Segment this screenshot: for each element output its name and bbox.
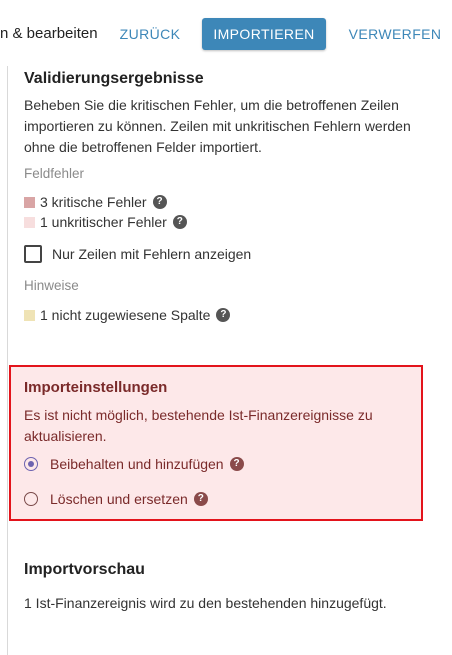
radio-delete-and-replace[interactable]: Löschen und ersetzen ? [24, 491, 208, 507]
radio-unselected-icon[interactable] [24, 492, 38, 506]
back-button[interactable]: ZURÜCK [108, 18, 192, 50]
help-icon[interactable]: ? [193, 492, 208, 506]
hints-label: Hinweise [24, 278, 79, 293]
noncritical-errors-label: 1 unkritischer Fehler [40, 214, 167, 230]
discard-button[interactable]: VERWERFEN [340, 18, 450, 50]
option-keep-label: Beibehalten und hinzufügen [50, 456, 224, 472]
help-icon[interactable]: ? [172, 215, 187, 229]
only-errors-toggle[interactable]: Nur Zeilen mit Fehlern anzeigen [24, 245, 251, 263]
settings-description: Es ist nicht möglich, bestehende Ist-Fin… [24, 407, 373, 444]
unassigned-label: 1 nicht zugewiesene Spalte [40, 307, 211, 323]
radio-keep-and-add[interactable]: Beibehalten und hinzufügen ? [24, 456, 244, 472]
validation-description: Beheben Sie die kritischen Fehler, um di… [24, 97, 411, 155]
preview-title: Importvorschau [24, 561, 145, 578]
validation-title: Validierungsergebnisse [24, 70, 204, 87]
critical-errors-label: 3 kritische Fehler [40, 194, 147, 210]
noncritical-swatch [24, 216, 35, 228]
radio-selected-icon[interactable] [24, 457, 38, 471]
checkbox-icon[interactable] [24, 245, 42, 263]
page-title: n & bearbeiten [0, 25, 98, 42]
unassigned-swatch [24, 309, 35, 321]
critical-errors-legend[interactable]: 3 kritische Fehler ? [24, 192, 167, 212]
help-icon[interactable]: ? [229, 457, 244, 471]
option-replace-label: Löschen und ersetzen [50, 491, 188, 507]
settings-title: Importeinstellungen [24, 379, 168, 396]
noncritical-errors-legend[interactable]: 1 unkritischer Fehler ? [24, 212, 187, 232]
import-settings-panel: Importeinstellungen Es ist nicht möglich… [9, 365, 423, 521]
help-icon[interactable]: ? [152, 195, 167, 209]
import-button[interactable]: IMPORTIEREN [202, 18, 326, 50]
left-divider [7, 66, 8, 655]
preview-text: 1 Ist-Finanzereignis wird zu den bestehe… [24, 595, 387, 611]
unassigned-column-legend[interactable]: 1 nicht zugewiesene Spalte ? [24, 305, 231, 325]
critical-swatch [24, 196, 35, 208]
header-bar: n & bearbeiten ZURÜCK IMPORTIEREN VERWER… [0, 0, 452, 66]
only-errors-label: Nur Zeilen mit Fehlern anzeigen [52, 246, 252, 262]
help-icon[interactable]: ? [216, 308, 231, 322]
field-errors-label: Feldfehler [24, 166, 85, 181]
